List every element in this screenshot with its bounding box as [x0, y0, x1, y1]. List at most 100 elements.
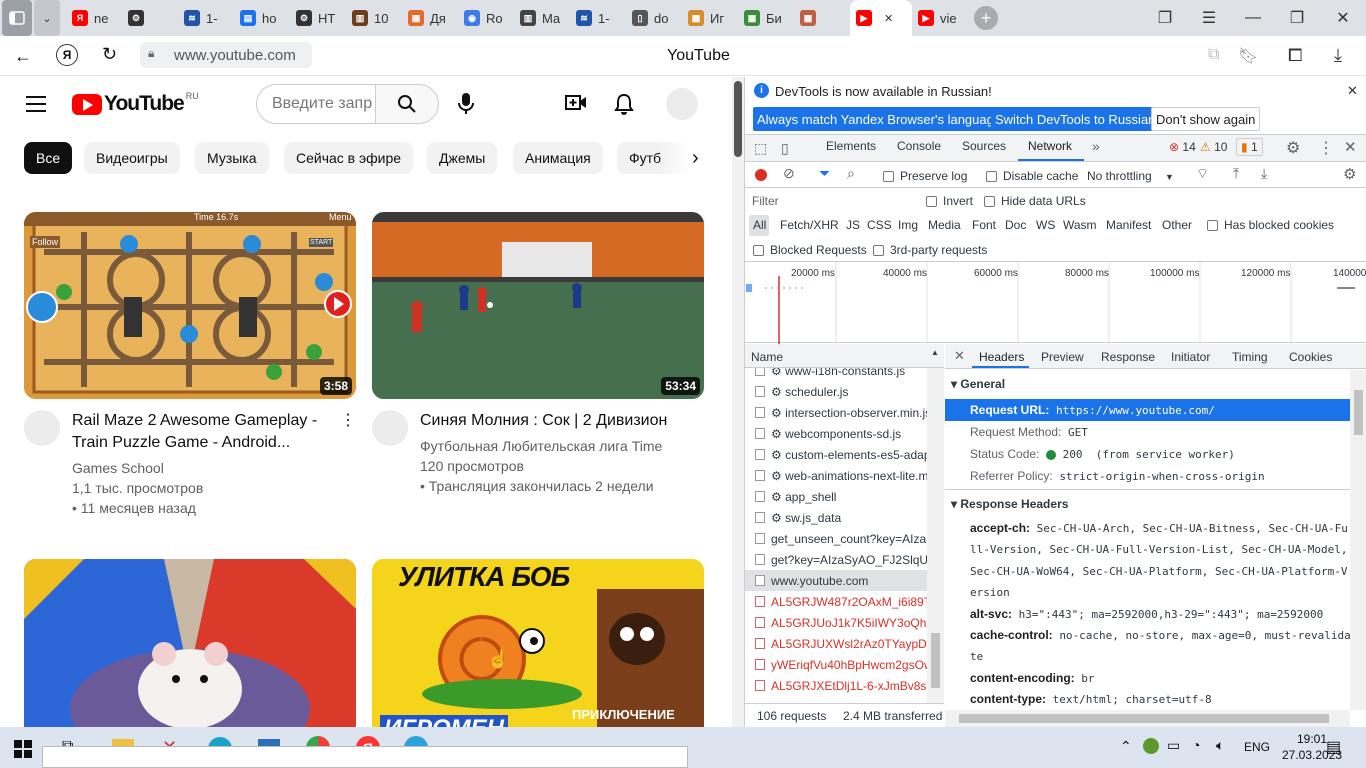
channel-name[interactable]: Games School [72, 458, 164, 478]
general-section-toggle[interactable]: ▾ General [951, 377, 1005, 391]
wifi-icon[interactable]: ◔ [1192, 737, 1200, 753]
close-devtools-icon[interactable]: ✕ [1344, 138, 1357, 156]
preserve-log-checkbox[interactable]: Preserve log [883, 169, 967, 183]
status-code-row[interactable]: Status Code: 200 (from service worker) [970, 447, 1235, 461]
video-thumbnail-2[interactable]: 53:34 [372, 212, 704, 399]
request-method-row[interactable]: Request Method: GET [970, 425, 1088, 439]
has-blocked-cookies-checkbox[interactable]: Has blocked cookies [1207, 218, 1334, 232]
channel-avatar[interactable] [24, 410, 60, 446]
response-header-row[interactable]: content-type: text/html; charset=utf-8 [970, 692, 1212, 706]
invert-checkbox[interactable]: Invert [926, 194, 973, 208]
chip-animation[interactable]: Анимация [513, 142, 603, 174]
response-header-row[interactable]: accept-ch: Sec-CH-UA-Arch, Sec-CH-UA-Bit… [970, 521, 1348, 535]
throttling-select[interactable]: No throttling ▼ [1087, 169, 1174, 183]
browser-tab[interactable]: ≋ 1- [178, 0, 234, 36]
network-conditions-icon[interactable]: ⌔ [1196, 165, 1209, 183]
chip-all[interactable]: Все [24, 142, 73, 174]
video-thumbnail-1[interactable]: Time 16.7s Menu Follow START 3:58 [24, 212, 356, 399]
youtube-logo[interactable]: YouTube RU [72, 91, 199, 116]
more-options-icon[interactable]: ⋮ [340, 410, 356, 430]
channel-name[interactable]: Футбольная Любительская лига Time [420, 436, 662, 456]
browser-tab[interactable]: Яne [66, 0, 122, 36]
response-header-row[interactable]: Sec-CH-UA-WoW64, Sec-CH-UA-Platform, Sec… [970, 564, 1348, 578]
browser-tab[interactable]: ▥ Ma [514, 0, 570, 36]
tray-app-icon[interactable] [1143, 738, 1159, 754]
close-window-button[interactable]: ✕ [1320, 0, 1366, 36]
minimize-button[interactable]: — [1230, 0, 1276, 36]
tab-cookies[interactable]: Cookies [1289, 350, 1332, 364]
chevron-up-icon[interactable]: ⌃ [1120, 738, 1132, 755]
chip-jams[interactable]: Джемы [427, 142, 498, 174]
browser-tab[interactable]: ≋ 1- [570, 0, 626, 36]
tab-timing[interactable]: Timing [1232, 350, 1268, 364]
blocked-requests-checkbox[interactable]: Blocked Requests [753, 243, 867, 257]
type-filter-other[interactable]: Other [1162, 218, 1192, 232]
tab-active[interactable]: ▶ ✕ [850, 0, 912, 36]
tab-initiator[interactable]: Initiator [1171, 350, 1210, 364]
request-row[interactable]: get?key=AIzaSyAO_FJ2SlqU8Q4 [745, 549, 927, 570]
request-row[interactable]: ⚙ www-i18n-constants.js [745, 368, 927, 381]
chip-music[interactable]: Музыка [195, 142, 269, 174]
issues-counter[interactable]: ▮ 1 [1236, 138, 1263, 156]
request-row[interactable]: ⚙ custom-elements-es5-adapter.js [745, 444, 927, 465]
close-banner-icon[interactable]: ✕ [1347, 83, 1358, 99]
record-icon[interactable] [755, 169, 767, 181]
disable-cache-checkbox[interactable]: Disable cache [986, 169, 1078, 183]
response-header-row[interactable]: cache-control: no-cache, no-store, max-a… [970, 628, 1350, 642]
back-arrow-icon[interactable]: ← [14, 46, 32, 67]
reload-icon[interactable]: ↻ [102, 44, 117, 65]
error-counter[interactable]: ⊗ 14 [1169, 140, 1196, 154]
response-headers-toggle[interactable]: ▾ Response Headers [951, 497, 1068, 511]
download-icon[interactable]: ⤓ [1334, 45, 1342, 66]
sidebar-toggle-button[interactable] [2, 0, 32, 36]
browser-tab[interactable]: ▥ 10 [346, 0, 402, 36]
request-row[interactable]: AL5GRJW487r2OAxM_i6i89TT [745, 591, 927, 612]
tab-headers[interactable]: Headers [979, 350, 1024, 364]
channel-avatar[interactable] [372, 410, 408, 446]
windows-start-icon[interactable] [14, 740, 32, 763]
translate-icon[interactable]: ⧉ [1208, 46, 1219, 64]
settings-gear-icon[interactable]: ⚙ [1286, 138, 1300, 158]
request-list-scrollbar[interactable] [927, 368, 944, 704]
search-button[interactable] [375, 84, 439, 124]
browser-tab[interactable]: ▯ do [626, 0, 682, 36]
filter-input[interactable]: Filter [751, 191, 915, 211]
type-filter-fetch[interactable]: Fetch/XHR [780, 218, 839, 232]
browser-tab[interactable]: ⚙ НТ [290, 0, 346, 36]
url-field[interactable]: 🔒︎ www.youtube.com [140, 42, 312, 68]
search-icon[interactable]: ⌕ [847, 165, 855, 182]
menu-icon[interactable]: ☰ [1186, 0, 1232, 36]
chevron-right-icon[interactable]: › [692, 147, 699, 170]
response-header-row[interactable]: content-encoding: br [970, 671, 1095, 685]
browser-tab[interactable]: ▦ Дя [402, 0, 458, 36]
type-filter-manifest[interactable]: Manifest [1106, 218, 1151, 232]
chip-live[interactable]: Сейчас в эфире [284, 142, 414, 174]
tabs-menu-button[interactable]: ⌄ [34, 0, 60, 36]
response-header-row[interactable]: ersion [970, 585, 1010, 599]
export-har-icon[interactable]: ⤓ [1261, 165, 1267, 182]
video-title[interactable]: Rail Maze 2 Awesome Gameplay - Train Puzz… [72, 410, 342, 454]
type-filter-font[interactable]: Font [972, 218, 996, 232]
dont-show-again-button[interactable]: Don't show again [1151, 107, 1261, 131]
network-settings-icon[interactable]: ⚙ [1343, 165, 1356, 183]
notification-center-icon[interactable]: ▤ [1326, 737, 1341, 757]
tab-console[interactable]: Console [897, 139, 941, 153]
browser-tab[interactable]: ▤ ho [234, 0, 290, 36]
third-party-checkbox[interactable]: 3rd-party requests [873, 243, 987, 257]
type-filter-all[interactable]: All [753, 218, 766, 232]
request-row[interactable]: yWEriqfVu40hBpHwcm2gsOw [745, 654, 927, 675]
kebab-menu-icon[interactable]: ⋮ [1318, 138, 1334, 158]
type-filter-wasm[interactable]: Wasm [1063, 218, 1097, 232]
video-title[interactable]: Синяя Молния : Сок | 2 Дивизион [420, 410, 700, 432]
timeline-overview[interactable]: 20000 ms 40000 ms 60000 ms 80000 ms 1000… [745, 261, 1366, 344]
request-row[interactable]: ⚙ webcomponents-sd.js [745, 423, 927, 444]
notifications-bell-icon[interactable] [614, 93, 634, 120]
always-match-language-button[interactable]: Always match Yandex Browser's language [753, 107, 1006, 131]
switch-devtools-russian-button[interactable]: Switch DevTools to Russian [991, 107, 1160, 131]
details-horizontal-scrollbar[interactable] [945, 710, 1350, 727]
account-avatar[interactable] [666, 88, 698, 120]
inspect-element-icon[interactable]: ⬚ [754, 140, 767, 157]
browser-tab[interactable]: ▩ Иг [682, 0, 738, 36]
import-har-icon[interactable]: ⤒ [1233, 165, 1239, 182]
restore-button[interactable]: ❐ [1274, 0, 1320, 36]
